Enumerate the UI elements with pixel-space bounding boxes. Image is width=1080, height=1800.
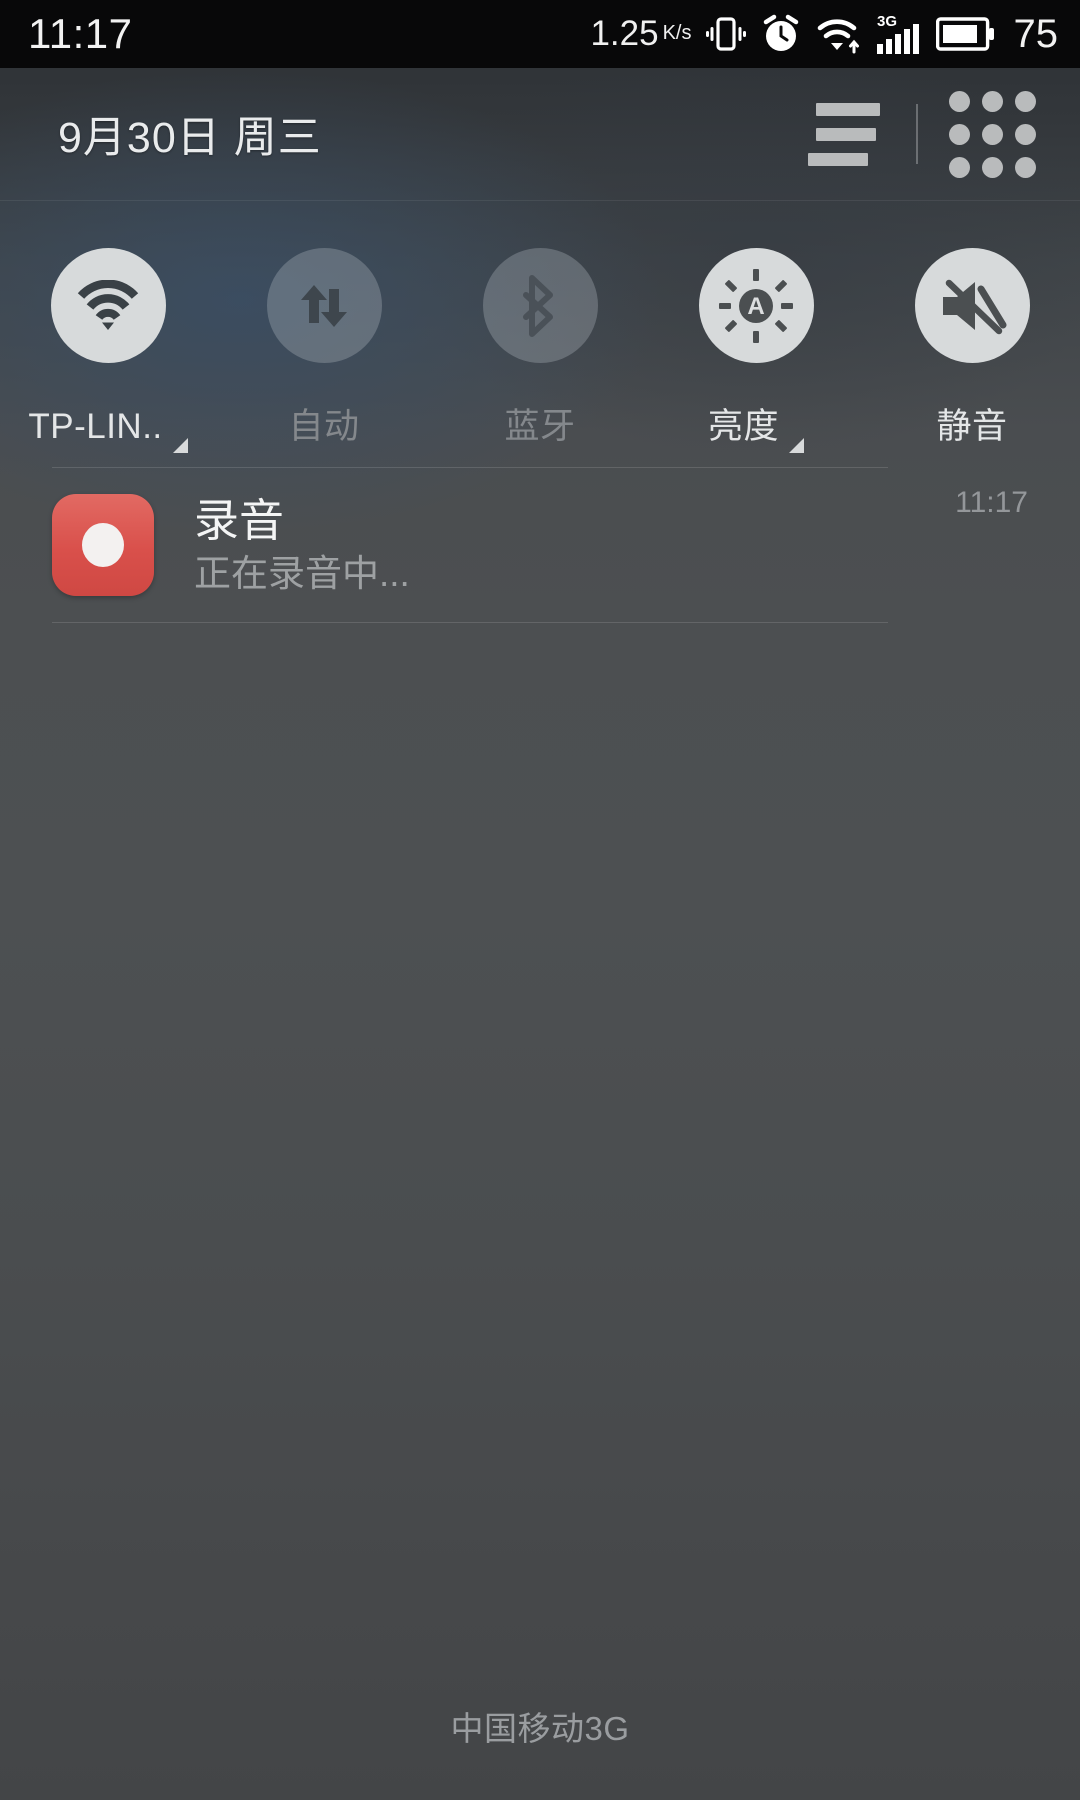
network-speed-unit: K/s	[662, 22, 692, 44]
grid-dots-icon	[948, 90, 1036, 178]
signal-3g-icon: 3G	[876, 12, 922, 56]
wifi-icon	[816, 13, 862, 55]
quick-setting-label: 亮度	[707, 407, 779, 446]
wifi-label-wrap: TP-LIN..	[28, 398, 188, 453]
status-bar-icons: 1.25 K/s 3G 75	[590, 12, 1058, 57]
mobile-data-label-wrap: 自动	[288, 398, 359, 444]
quick-setting-label: TP-LIN..	[28, 407, 163, 446]
mobile-data-toggle-circle[interactable]	[266, 248, 382, 363]
carrier-label: 中国移动3G	[450, 1710, 630, 1747]
network-speed-value: 1.25	[590, 14, 659, 53]
alarm-icon	[760, 13, 802, 55]
data-sync-icon	[301, 284, 347, 327]
grid-view-button[interactable]	[944, 90, 1040, 178]
header-actions	[794, 90, 1040, 178]
svg-text:3G: 3G	[877, 13, 897, 30]
quick-setting-label: 自动	[288, 407, 360, 446]
hamburger-icon	[808, 102, 880, 166]
mute-toggle-circle[interactable]	[914, 248, 1030, 363]
notification-shade: 11:17 1.25 K/s 3G 75 9月30日 周三 TP-LIN.. 自…	[0, 0, 1080, 1800]
wifi-icon	[77, 279, 139, 330]
status-bar-clock: 11:17	[28, 10, 133, 57]
wifi-toggle-circle[interactable]	[50, 248, 166, 363]
vibrate-icon	[705, 13, 746, 55]
notification-body: 录音 正在录音中...	[194, 498, 410, 592]
battery-icon	[935, 16, 996, 52]
battery-percent-label: 75	[1013, 11, 1059, 56]
shade-header: 9月30日 周三	[0, 68, 1080, 200]
bluetooth-label-wrap: 蓝牙	[504, 398, 575, 444]
quick-setting-label: 静音	[936, 407, 1008, 446]
chevron-expand-icon[interactable]	[789, 438, 804, 453]
header-separator	[0, 200, 1080, 201]
record-icon	[52, 494, 154, 596]
brightness-toggle-circle[interactable]: A	[698, 248, 814, 363]
mute-label-wrap: 静音	[936, 398, 1007, 444]
notification-title: 录音	[194, 495, 285, 546]
quick-setting-mobile-data[interactable]: 自动	[216, 230, 432, 480]
network-speed-indicator: 1.25 K/s	[590, 14, 691, 54]
status-bar: 11:17 1.25 K/s 3G 75	[0, 0, 1080, 68]
quick-setting-bluetooth[interactable]: 蓝牙	[432, 230, 648, 480]
notification-subtitle: 正在录音中...	[194, 553, 410, 594]
notification-item[interactable]: 录音 正在录音中... 11:17	[0, 468, 1080, 622]
brightness-label-wrap: 亮度	[707, 398, 804, 453]
header-divider	[916, 104, 918, 164]
bluetooth-toggle-circle[interactable]	[482, 248, 598, 363]
quick-setting-mute[interactable]: 静音	[864, 230, 1080, 480]
quick-settings-row: TP-LIN.. 自动 蓝牙 A 亮度 静音	[0, 230, 1080, 480]
bluetooth-icon	[523, 274, 553, 337]
notification-separator-bottom	[52, 622, 888, 623]
list-view-button[interactable]	[794, 91, 890, 177]
chevron-expand-icon[interactable]	[172, 438, 188, 453]
brightness-auto-icon: A	[719, 268, 793, 343]
quick-setting-wifi[interactable]: TP-LIN..	[0, 230, 216, 480]
notification-timestamp: 11:17	[955, 486, 1028, 519]
quick-setting-brightness[interactable]: A 亮度	[648, 230, 864, 480]
volume-mute-icon	[943, 279, 1007, 334]
date-label: 9月30日 周三	[58, 114, 322, 162]
quick-setting-label: 蓝牙	[504, 407, 576, 446]
svg-text:A: A	[747, 293, 764, 320]
